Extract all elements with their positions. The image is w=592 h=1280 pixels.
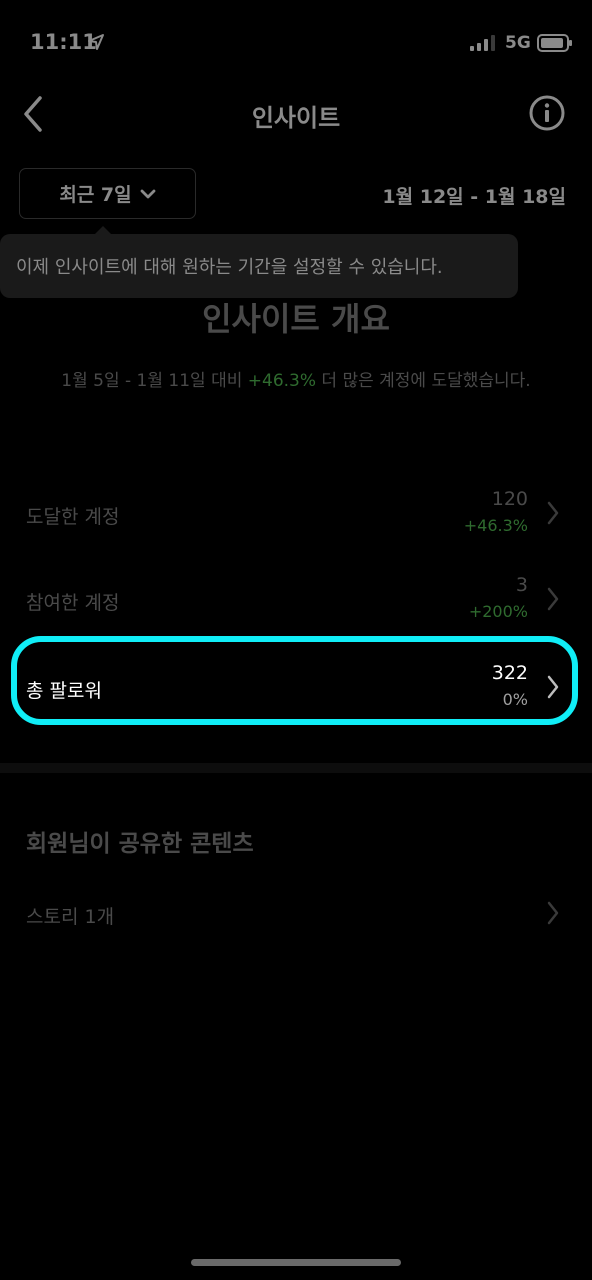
content-row-stories[interactable]: 스토리 1개 bbox=[0, 886, 592, 962]
chevron-right-icon bbox=[547, 901, 559, 925]
metric-change: +200% bbox=[468, 602, 528, 621]
metric-label: 총 팔로워 bbox=[26, 680, 102, 702]
overview-title: 인사이트 개요 bbox=[202, 300, 390, 338]
overview-desc-highlight: +46.3% bbox=[247, 371, 317, 391]
chevron-right-icon bbox=[547, 675, 559, 699]
metric-value: 322 bbox=[491, 662, 528, 684]
metric-value: 120 bbox=[491, 488, 528, 510]
period-tooltip[interactable]: 이제 인사이트에 대해 원하는 기간을 설정할 수 있습니다. bbox=[0, 234, 518, 298]
period-dropdown-label: 최근 7일 bbox=[59, 184, 132, 206]
metric-label: 도달한 계정 bbox=[26, 506, 120, 528]
page-title: 인사이트 bbox=[251, 104, 341, 132]
cellular-signal-icon bbox=[470, 35, 495, 51]
period-dropdown[interactable]: 최근 7일 bbox=[19, 168, 196, 219]
metric-row-accounts-reached[interactable]: 도달한 계정 120 +46.3% bbox=[0, 488, 592, 564]
chevron-right-icon bbox=[547, 501, 559, 525]
chevron-right-icon bbox=[547, 587, 559, 611]
overview-description: 1월 5일 - 1월 11일 대비 +46.3% 더 많은 계정에 도달했습니다… bbox=[50, 368, 542, 394]
metric-row-total-followers[interactable]: 총 팔로워 322 0% bbox=[0, 662, 592, 738]
overview-desc-prefix: 1월 5일 - 1월 11일 대비 bbox=[61, 371, 248, 391]
tooltip-text: 이제 인사이트에 대해 원하는 기간을 설정할 수 있습니다. bbox=[16, 257, 443, 278]
nav-bar: 인사이트 bbox=[0, 88, 592, 138]
battery-icon bbox=[537, 34, 572, 52]
info-button[interactable] bbox=[528, 94, 566, 132]
network-type: 5G bbox=[505, 33, 531, 53]
date-range-label: 1월 12일 - 1월 18일 bbox=[382, 186, 566, 208]
metric-row-accounts-engaged[interactable]: 참여한 계정 3 +200% bbox=[0, 574, 592, 650]
chevron-down-icon bbox=[140, 189, 156, 198]
location-arrow-icon bbox=[88, 34, 104, 50]
status-bar: 11:11 5G bbox=[0, 0, 592, 88]
overview-desc-suffix: 더 많은 계정에 도달했습니다. bbox=[316, 371, 531, 391]
content-label: 스토리 1개 bbox=[26, 906, 115, 928]
metric-value: 3 bbox=[515, 574, 528, 596]
metric-change: 0% bbox=[502, 690, 528, 709]
section-divider bbox=[0, 763, 592, 773]
metric-label: 참여한 계정 bbox=[26, 592, 120, 614]
content-section-title: 회원님이 공유한 콘텐츠 bbox=[26, 831, 254, 857]
metric-change: +46.3% bbox=[463, 516, 528, 535]
home-indicator[interactable] bbox=[191, 1259, 401, 1266]
